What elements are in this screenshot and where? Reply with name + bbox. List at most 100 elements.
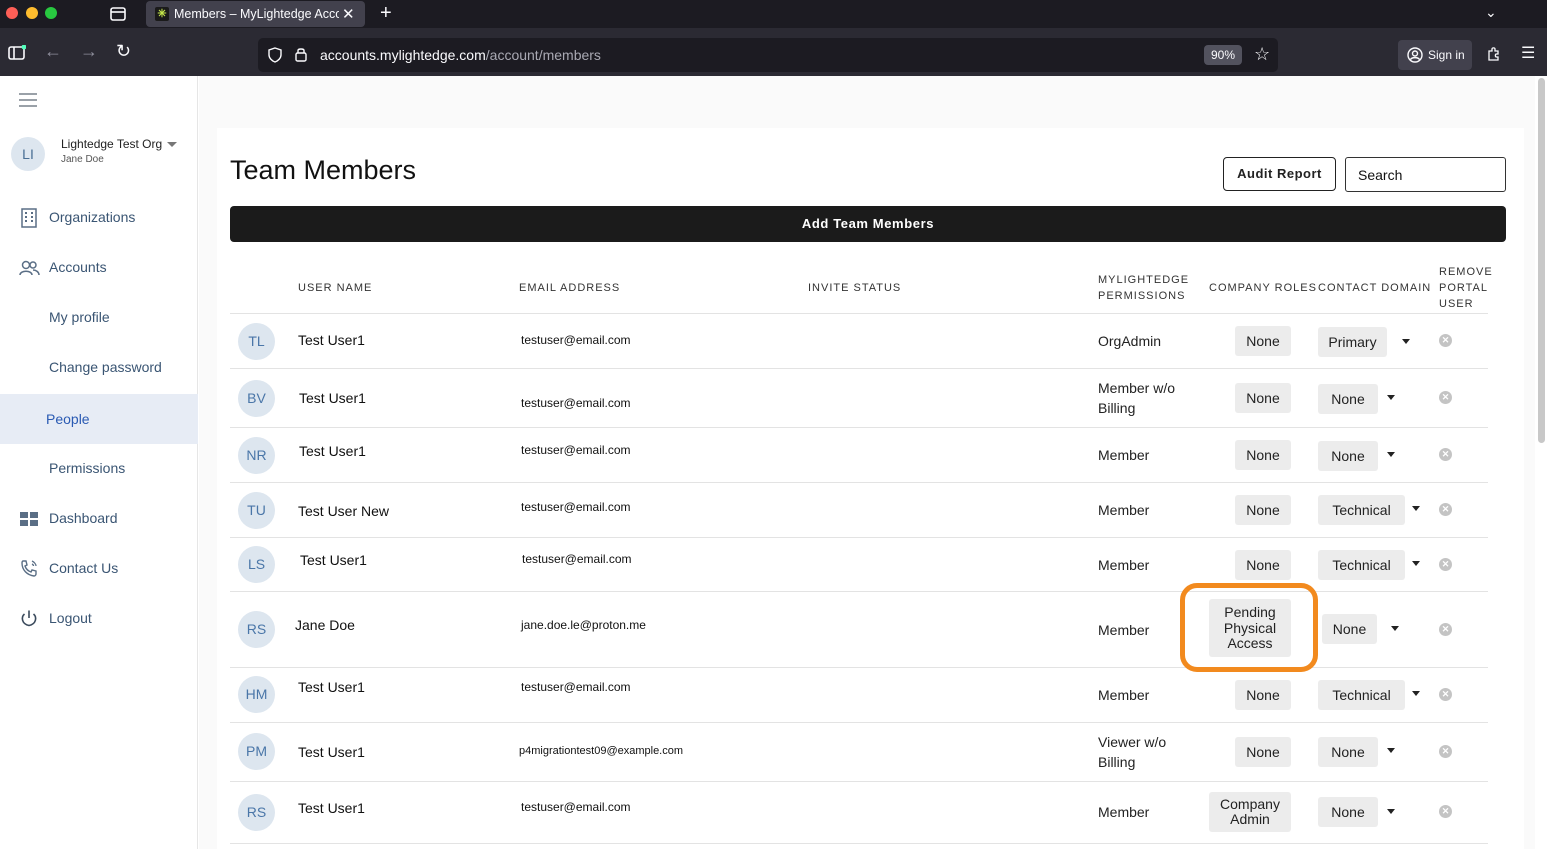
contact-domain-select[interactable]: None [1318, 737, 1378, 767]
column-header-company-roles: COMPANY ROLES [1209, 282, 1317, 294]
remove-user-icon[interactable]: ✕ [1439, 448, 1452, 461]
contact-domain-select[interactable]: Technical [1318, 680, 1405, 710]
company-role-chip[interactable]: Company Admin [1209, 792, 1291, 832]
sidebar-item-dashboard[interactable]: Dashboard [0, 495, 198, 543]
user-email: testuser@email.com [522, 552, 632, 566]
reload-icon[interactable]: ↻ [116, 41, 131, 62]
menu-icon[interactable] [19, 93, 37, 107]
company-role-chip[interactable]: None [1235, 680, 1291, 710]
sidebar-item-people[interactable]: People [0, 394, 198, 444]
caret-down-icon[interactable] [1387, 452, 1395, 457]
back-icon[interactable]: ← [44, 41, 62, 62]
sidebar-item-label: Permissions [49, 460, 126, 476]
company-role-chip[interactable]: None [1235, 550, 1291, 580]
sidebar-toggle-icon[interactable] [8, 45, 26, 61]
new-tab-icon[interactable]: + [380, 2, 392, 25]
sidebar: LI Lightedge Test Org Jane Doe Organizat… [0, 76, 198, 849]
caret-down-icon[interactable] [1387, 809, 1395, 814]
caret-down-icon[interactable] [1412, 691, 1420, 696]
sidebar-item-organizations[interactable]: Organizations [0, 194, 198, 242]
url-bar[interactable]: accounts.mylightedge.com/account/members… [258, 38, 1278, 72]
contact-domain-select[interactable]: None [1318, 441, 1378, 471]
sidebar-item-label: Organizations [49, 209, 136, 225]
caret-down-icon[interactable] [1412, 506, 1420, 511]
user-name: Test User1 [299, 390, 366, 406]
add-team-members-button[interactable]: Add Team Members [230, 206, 1506, 242]
shield-icon[interactable] [268, 47, 282, 63]
caret-down-icon[interactable] [1391, 626, 1399, 631]
sidebar-item-accounts[interactable]: Accounts [0, 244, 198, 292]
caret-down-icon[interactable] [167, 142, 177, 147]
window-minimize-button[interactable] [26, 7, 38, 19]
company-role-chip[interactable]: None [1235, 383, 1291, 413]
contact-domain-select[interactable]: Technical [1318, 550, 1405, 580]
user-email: jane.doe.le@proton.me [521, 618, 646, 632]
permission: Member [1098, 502, 1150, 518]
search-input[interactable] [1345, 157, 1506, 192]
sidebar-item-permissions[interactable]: Permissions [0, 445, 198, 493]
sidebar-item-contact-us[interactable]: Contact Us [0, 545, 198, 593]
permission: Member [1098, 804, 1150, 820]
remove-user-icon[interactable]: ✕ [1439, 334, 1452, 347]
user-email: testuser@email.com [521, 333, 631, 347]
permission: Member [1098, 687, 1150, 703]
sidebar-item-label: Accounts [49, 259, 107, 275]
forward-icon[interactable]: → [80, 41, 98, 62]
phone-icon [21, 560, 37, 577]
company-role-chip[interactable]: None [1235, 737, 1291, 767]
building-icon [21, 208, 37, 228]
active-tab[interactable]: ✳ Members – MyLightedge Accou ✕ [146, 1, 365, 27]
sidebar-item-logout[interactable]: Logout [0, 595, 198, 643]
window-zoom-button[interactable] [45, 7, 57, 19]
column-header-email: EMAIL ADDRESS [519, 282, 621, 294]
audit-report-button[interactable]: Audit Report [1223, 157, 1336, 191]
bookmark-star-icon[interactable]: ☆ [1254, 44, 1270, 65]
caret-down-icon[interactable] [1402, 339, 1410, 344]
browser-nav-bar: ← → ↻ accounts.mylightedge.com/account/m… [0, 28, 1547, 76]
user-email: p4migrationtest09@example.com [519, 745, 684, 757]
company-role-chip[interactable]: None [1235, 440, 1291, 470]
lock-icon[interactable] [295, 46, 307, 62]
remove-user-icon[interactable]: ✕ [1439, 391, 1452, 404]
url-text[interactable]: accounts.mylightedge.com/account/members [320, 47, 601, 63]
chevron-down-icon[interactable]: ⌄ [1485, 4, 1497, 21]
user-email: testuser@email.com [521, 800, 631, 814]
app-menu-icon[interactable]: ☰ [1521, 43, 1535, 63]
contact-domain-select[interactable]: None [1322, 614, 1377, 644]
page-scrollbar[interactable] [1538, 78, 1545, 443]
sidebar-item-label: Dashboard [49, 510, 118, 526]
window-close-button[interactable] [6, 7, 18, 19]
contact-domain-select[interactable]: Primary [1318, 327, 1387, 357]
tab-list-icon[interactable] [109, 5, 127, 23]
remove-user-icon[interactable]: ✕ [1439, 503, 1452, 516]
company-role-chip[interactable]: None [1235, 326, 1291, 356]
row-divider [230, 781, 1488, 782]
avatar: HM [238, 676, 275, 713]
remove-user-icon[interactable]: ✕ [1439, 623, 1452, 636]
caret-down-icon[interactable] [1412, 561, 1420, 566]
remove-user-icon[interactable]: ✕ [1439, 805, 1452, 818]
sign-in-button[interactable]: Sign in [1398, 40, 1472, 70]
sidebar-item-change-password[interactable]: Change password [0, 344, 198, 392]
org-avatar[interactable]: LI [11, 137, 45, 171]
company-role-chip[interactable]: None [1235, 495, 1291, 525]
row-divider [230, 313, 1488, 314]
contact-domain-select[interactable]: None [1318, 797, 1378, 827]
permission: Member [1098, 447, 1150, 463]
remove-user-icon[interactable]: ✕ [1439, 688, 1452, 701]
tab-close-icon[interactable]: ✕ [342, 5, 355, 23]
remove-user-icon[interactable]: ✕ [1439, 558, 1452, 571]
sidebar-item-my-profile[interactable]: My profile [0, 294, 198, 342]
zoom-level-badge[interactable]: 90% [1204, 45, 1242, 65]
contact-domain-select[interactable]: None [1318, 384, 1378, 414]
remove-user-icon[interactable]: ✕ [1439, 745, 1452, 758]
row-divider [230, 722, 1488, 723]
org-name[interactable]: Lightedge Test Org [61, 137, 162, 151]
caret-down-icon[interactable] [1387, 395, 1395, 400]
column-header-user-name: USER NAME [298, 282, 373, 294]
caret-down-icon[interactable] [1387, 748, 1395, 753]
row-divider [230, 482, 1488, 483]
contact-domain-select[interactable]: Technical [1318, 495, 1405, 525]
row-divider [230, 843, 1488, 844]
extensions-icon[interactable] [1486, 46, 1502, 62]
